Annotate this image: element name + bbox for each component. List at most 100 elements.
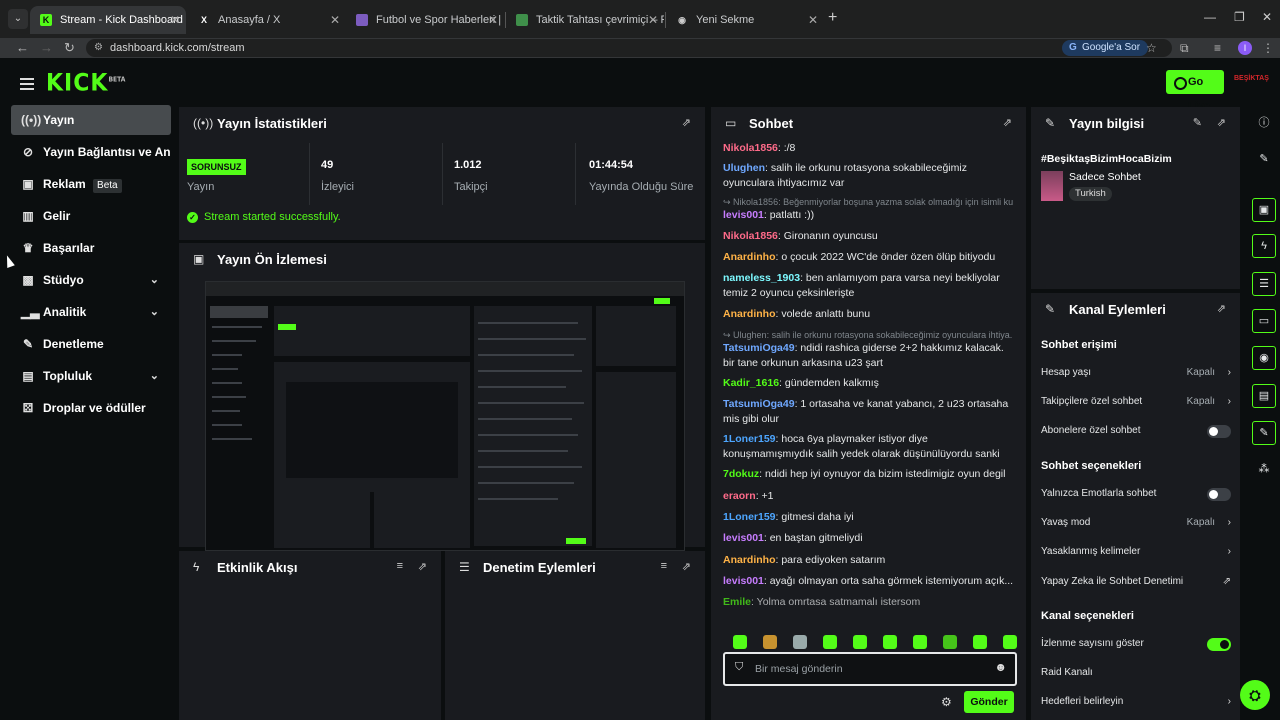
sidebar-item-basarilar[interactable]: ♛ Başarılar (11, 233, 171, 263)
tab-taktik-tahtasi[interactable]: Taktik Tahtası çevrimiçi – Futbol ✕ (506, 6, 664, 34)
sidebar-item-analitik[interactable]: ▁▃ Analitik ⌄ (11, 297, 171, 327)
chat-username[interactable]: Anardinho (723, 554, 776, 566)
setting-account-age[interactable]: Hesap yaşı Kapalı › (1041, 365, 1231, 381)
reload-icon[interactable]: ↻ (64, 40, 75, 56)
close-tab-icon[interactable]: ✕ (648, 6, 658, 34)
sidebar-item-droplar[interactable]: ⚄ Droplar ve ödüller (11, 393, 171, 423)
list-icon[interactable]: ☰ (1252, 272, 1276, 296)
popout-icon[interactable]: ⇗ (1003, 116, 1012, 129)
tab-kick-dashboard[interactable]: K Stream - Kick Dashboard ✕ (30, 6, 186, 34)
chat-username[interactable]: Anardinho (723, 308, 776, 320)
emote-icon[interactable] (763, 635, 777, 649)
minimize-icon[interactable]: — (1204, 10, 1216, 24)
setting-goals[interactable]: Hedefleri belirleyin › (1041, 694, 1231, 710)
popout-icon[interactable]: ⇗ (682, 116, 691, 129)
setting-followers-only[interactable]: Takipçilere özel sohbet Kapalı › (1041, 394, 1231, 410)
chat-username[interactable]: Nikola1856 (723, 230, 778, 242)
close-window-icon[interactable]: ✕ (1262, 10, 1272, 24)
chat-username[interactable]: Ulughen (723, 162, 765, 174)
stats-widget-icon[interactable]: ▣ (1252, 198, 1276, 222)
emote-icon[interactable] (913, 635, 927, 649)
emote-icon[interactable] (853, 635, 867, 649)
go-live-button[interactable]: Go Live (1166, 70, 1224, 112)
chat-username[interactable]: TatsumiOga49 (723, 342, 795, 354)
chat-message-list[interactable]: Nikola1856: :/8 Ulughen: salih ile orkun… (723, 139, 1021, 609)
chat-username[interactable]: eraorn (723, 490, 756, 502)
url-field[interactable]: ⚙ dashboard.kick.com/stream Google'a Sor… (86, 39, 1172, 57)
tab-new-tab[interactable]: ◉ Yeni Sekme ✕ (666, 6, 824, 34)
show-viewers-toggle[interactable] (1207, 638, 1231, 651)
chat-username[interactable]: nameless_1903 (723, 272, 800, 284)
popout-icon[interactable]: ⇗ (682, 560, 691, 573)
category-thumbnail[interactable] (1041, 171, 1063, 201)
stream-preview-video[interactable] (205, 281, 685, 551)
site-info-icon[interactable]: ⚙ (94, 42, 103, 53)
emote-icon[interactable] (973, 635, 987, 649)
sidebar-item-denetleme[interactable]: ✎ Denetleme (11, 329, 171, 359)
subs-only-toggle[interactable] (1207, 425, 1231, 438)
chat-username[interactable]: 1Loner159 (723, 511, 776, 523)
forward-icon[interactable]: → (40, 40, 53, 55)
browser-menu-icon[interactable]: ⋮ (1262, 41, 1274, 55)
restore-icon[interactable]: ❐ (1234, 10, 1245, 24)
setting-raid[interactable]: Raid Kanalı (1041, 665, 1231, 681)
chat-username[interactable]: Emile (723, 596, 751, 608)
add-widget-icon[interactable]: ⁂ (1252, 458, 1276, 482)
emote-icon[interactable] (883, 635, 897, 649)
chat-username[interactable]: levis001 (723, 575, 764, 587)
tab-futbol-haberleri[interactable]: Futbol ve Spor Haberleri | Maç ✕ (346, 6, 504, 34)
chat-username[interactable]: Anardinho (723, 251, 776, 263)
emoji-icon[interactable]: ☻ (994, 660, 1007, 674)
info-icon[interactable]: ⓘ (1252, 112, 1276, 136)
category-name[interactable]: Sadece Sohbet (1069, 171, 1141, 183)
sidebar-item-gelir[interactable]: ▥ Gelir (11, 201, 171, 231)
sidebar-item-topluluk[interactable]: ▤ Topluluk ⌄ (11, 361, 171, 391)
emote-icon[interactable] (733, 635, 747, 649)
chat-username[interactable]: 1Loner159 (723, 433, 776, 445)
close-tab-icon[interactable]: ✕ (170, 6, 180, 34)
send-button[interactable]: Gönder (964, 691, 1014, 713)
preview-icon[interactable]: ▤ (1252, 384, 1276, 408)
chat-username[interactable]: 7dokuz (723, 468, 759, 480)
edit-icon[interactable]: ✎ (1252, 148, 1276, 172)
media-icon[interactable]: ≡ (1214, 41, 1221, 55)
filter-icon[interactable]: ≡ (661, 560, 667, 572)
chat-username[interactable]: levis001 (723, 209, 764, 221)
chat-username[interactable]: TatsumiOga49 (723, 398, 795, 410)
filter-icon[interactable]: ≡ (397, 560, 403, 572)
tab-search-button[interactable]: ⌄ (8, 9, 28, 29)
edit-icon[interactable]: ✎ (1193, 116, 1202, 129)
tab-x[interactable]: X Anasayfa / X ✕ (188, 6, 346, 34)
wrench-icon[interactable]: ✎ (1252, 421, 1276, 445)
kick-logo[interactable]: KICKBETA (46, 70, 125, 98)
gear-icon[interactable]: ⚙ (941, 695, 952, 709)
sidebar-item-stream-key[interactable]: ⊘ Yayın Bağlantısı ve Anahtar (11, 137, 171, 167)
emote-icon[interactable] (1003, 635, 1017, 649)
user-avatar[interactable]: BEŞİKTAŞ (1234, 74, 1269, 92)
chat-username[interactable]: Kadir_1616 (723, 377, 779, 389)
setting-ai-moderation[interactable]: Yapay Zeka ile Sohbet Denetimi ⇗ (1041, 574, 1231, 590)
emote-icon[interactable] (943, 635, 957, 649)
sidebar-item-reklam[interactable]: ▣ Reklam Beta (11, 169, 171, 199)
bookmark-star-icon[interactable]: ☆ (1146, 41, 1157, 55)
close-tab-icon[interactable]: ✕ (330, 6, 340, 34)
sidebar-item-studyo[interactable]: ▩ Stüdyo ⌄ (11, 265, 171, 295)
chat-message-input[interactable] (755, 661, 975, 677)
emotes-only-toggle[interactable] (1207, 488, 1231, 501)
emote-icon[interactable] (823, 635, 837, 649)
new-tab-button[interactable]: + (828, 9, 837, 27)
setting-banned-words[interactable]: Yasaklanmış kelimeler › (1041, 544, 1231, 560)
extensions-icon[interactable]: ⧉ (1180, 41, 1189, 56)
profile-avatar[interactable]: I (1238, 41, 1252, 55)
emote-icon[interactable] (793, 635, 807, 649)
help-button[interactable]: ⛭ (1240, 680, 1270, 710)
hamburger-menu-icon[interactable] (20, 78, 34, 90)
popout-icon[interactable]: ⇗ (1217, 116, 1226, 129)
broadcast-icon[interactable]: ◉ (1252, 346, 1276, 370)
chat-username[interactable]: Nikola1856 (723, 142, 778, 154)
setting-slow-mode[interactable]: Yavaş mod Kapalı › (1041, 515, 1231, 531)
sidebar-item-yayin[interactable]: ((•)) Yayın (11, 105, 171, 135)
popout-icon[interactable]: ⇗ (418, 560, 427, 573)
chat-username[interactable]: levis001 (723, 532, 764, 544)
back-icon[interactable]: ← (16, 40, 29, 55)
